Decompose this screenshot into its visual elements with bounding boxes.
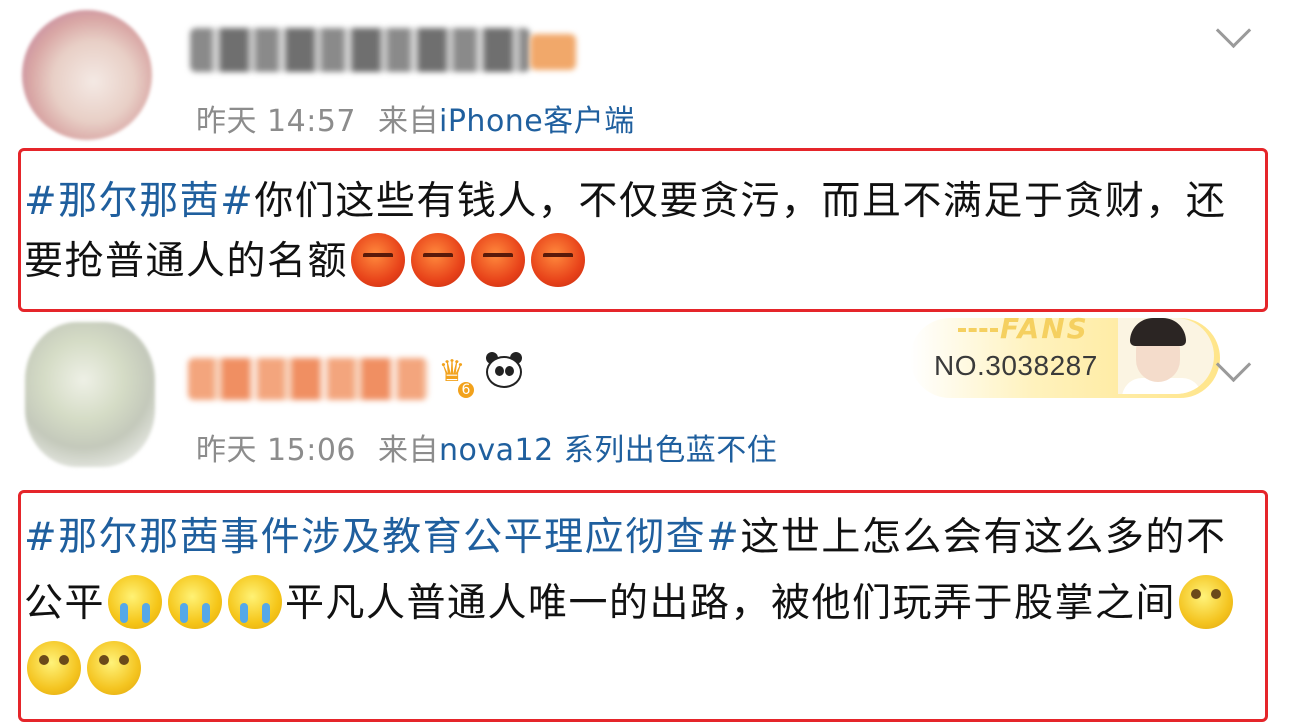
fans-label: FANS — [1000, 312, 1089, 345]
panda-icon[interactable] — [484, 352, 524, 392]
eye-roll-face-icon — [1179, 574, 1234, 629]
hashtag-link[interactable]: #那尔那茜# — [24, 179, 254, 224]
username-redacted[interactable] — [188, 358, 428, 400]
comment-meta: 昨天 14:57 来自iPhone客户端 — [196, 96, 635, 140]
crown-level-icon[interactable]: ♛ 6 — [432, 352, 474, 398]
eye-roll-face-icon — [27, 640, 81, 695]
fans-decoration — [958, 328, 998, 336]
comment-text: #那尔那茜事件涉及教育公平理应彻查#这世上怎么会有这么多的不公平 平凡人普通人唯一… — [24, 505, 1264, 703]
comment-source-link[interactable]: iPhone客户端 — [439, 104, 635, 139]
crying-face-icon — [168, 574, 223, 629]
avatar[interactable] — [22, 10, 152, 140]
username-redacted[interactable] — [190, 28, 530, 72]
comment-item: 昨天 14:57 来自iPhone客户端 #那尔那茜#你们这些有钱人，不仅要贪污，… — [0, 0, 1290, 318]
idol-avatar — [1118, 318, 1214, 394]
from-prefix: 来自 — [378, 433, 439, 468]
hashtag-link[interactable]: #那尔那茜事件涉及教育公平理应彻查# — [24, 515, 740, 560]
angry-face-icon — [531, 232, 586, 287]
comment-time: 昨天 14:57 — [196, 104, 356, 139]
angry-face-icon — [471, 232, 526, 287]
crying-face-icon — [108, 574, 163, 629]
comment-source-link[interactable]: nova12 系列出色蓝不住 — [439, 433, 777, 468]
from-prefix: 来自 — [378, 104, 439, 139]
comment-text: #那尔那茜#你们这些有钱人，不仅要贪污，而且不满足于贪财，还要抢普通人的名额 — [24, 172, 1264, 292]
comment-meta: 昨天 15:06 来自nova12 系列出色蓝不住 — [196, 425, 777, 469]
eye-roll-face-icon — [87, 640, 141, 695]
avatar[interactable] — [25, 322, 155, 467]
angry-face-icon — [351, 232, 406, 287]
crying-face-icon — [228, 574, 283, 629]
chevron-down-icon[interactable] — [1215, 12, 1252, 49]
comment-body-part2: 平凡人普通人唯一的出路，被他们玩弄于股掌之间 — [285, 581, 1177, 626]
crown-level-number: 6 — [458, 382, 474, 398]
comment-time: 昨天 15:06 — [196, 433, 356, 468]
fans-number: NO.3038287 — [934, 350, 1098, 381]
angry-face-icon — [411, 232, 466, 287]
user-badge-redacted — [530, 34, 576, 70]
